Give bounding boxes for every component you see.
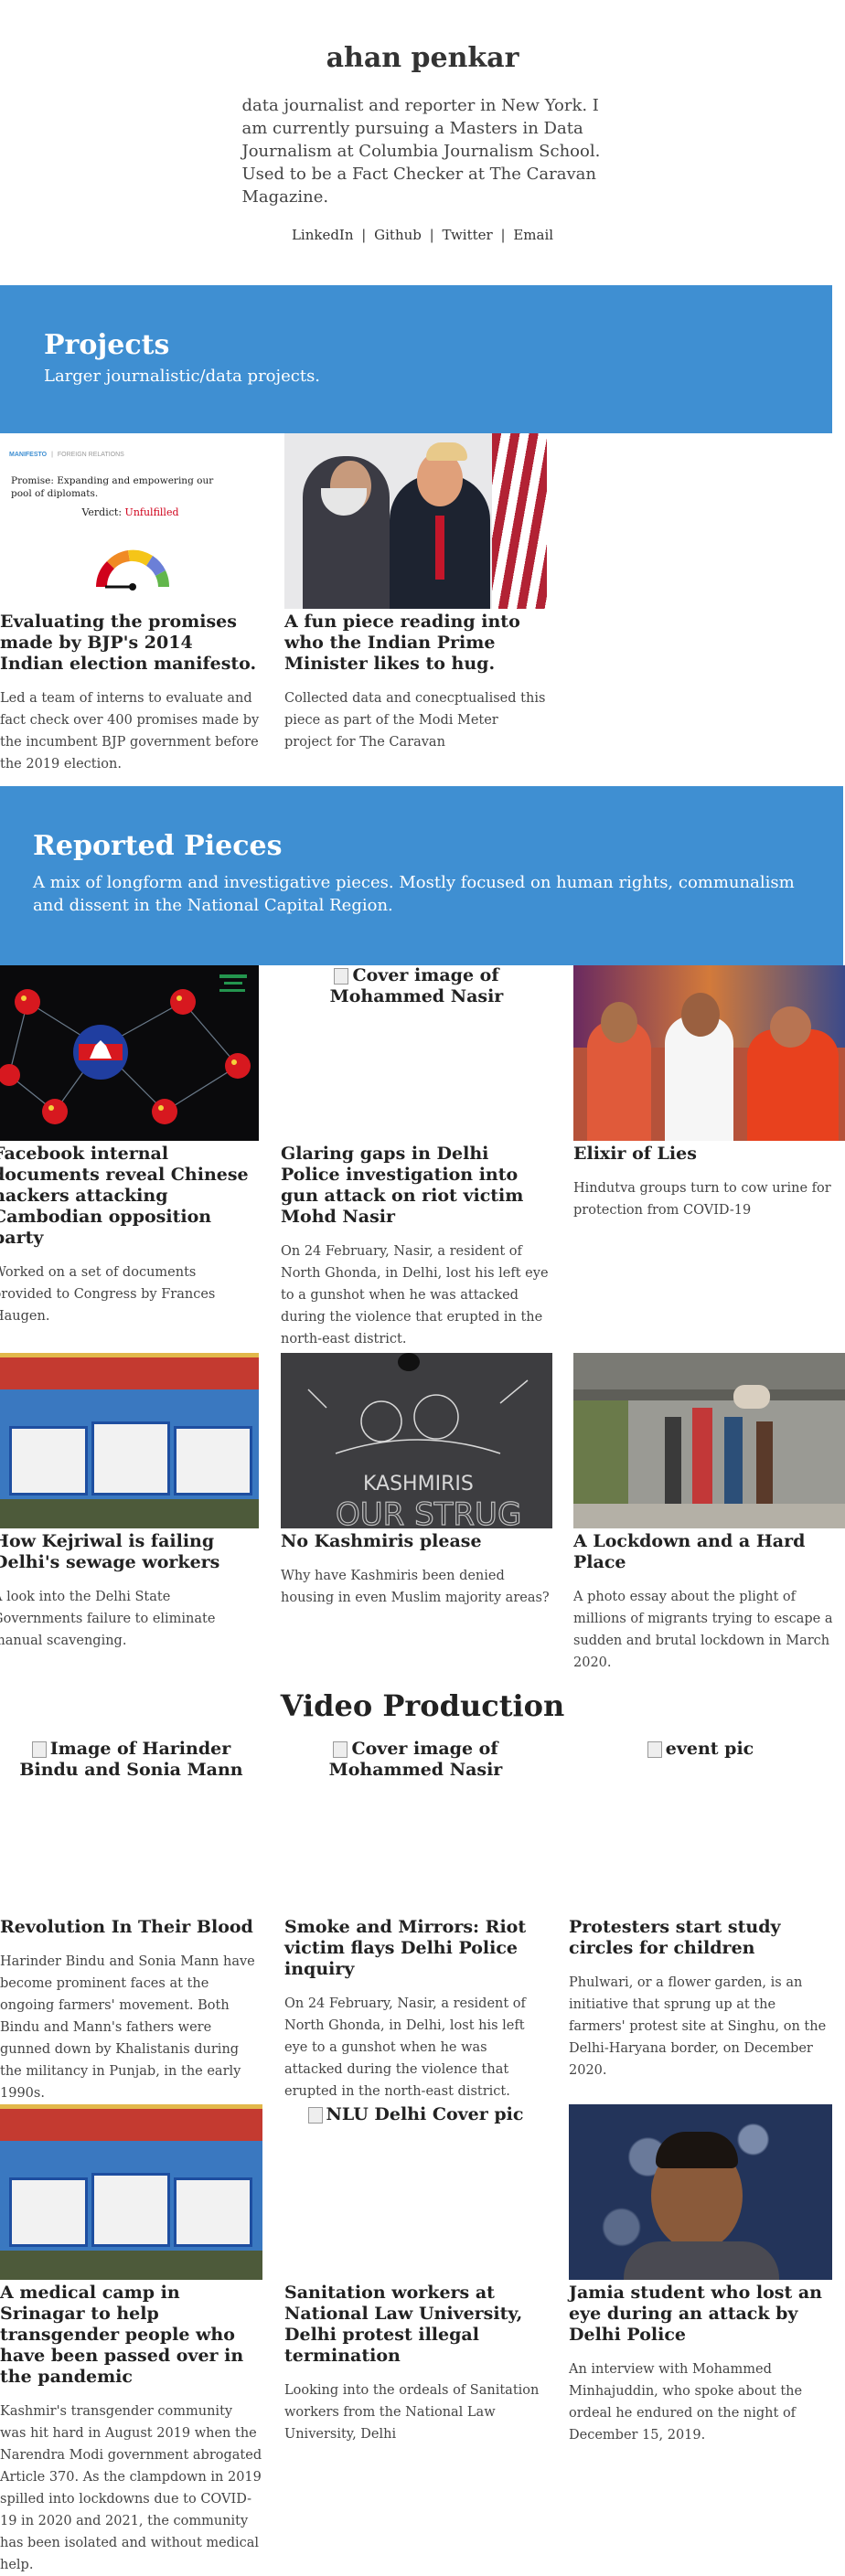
nasir-video-cover[interactable]: Cover image of Mohammed Nasir — [284, 1739, 547, 1914]
reported-title[interactable]: A Lockdown and a Hard Place — [573, 1531, 845, 1573]
social-links: LinkedIn | Github | Twitter | Email — [0, 227, 845, 243]
bio-text: data journalist and reporter in New York… — [241, 96, 601, 207]
video-description: Phulwari, or a flower garden, is an init… — [569, 1975, 827, 2078]
reported-subtitle: A mix of longform and investigative piec… — [33, 873, 795, 915]
chalk-text-struggle: OUR STRUG — [336, 1496, 521, 1528]
migrants-walking-photo[interactable] — [573, 1353, 845, 1528]
verdict: Verdict: Unfulfilled — [0, 506, 261, 518]
video-title[interactable]: Protesters start study circles for child… — [569, 1917, 832, 1959]
video-title[interactable]: Revolution In Their Blood — [0, 1917, 262, 1938]
reported-title[interactable]: Elixir of Lies — [573, 1144, 845, 1165]
chalk-text-kashmiris: KASHMIRIS — [363, 1473, 474, 1496]
video-title[interactable]: A medical camp in Srinagar to help trans… — [0, 2283, 262, 2388]
image-alt-text: Cover image of Mohammed Nasir — [329, 965, 504, 1006]
video-card-smoke-mirrors[interactable]: Cover image of Mohammed Nasir Smoke and … — [284, 1739, 547, 2102]
email-link[interactable]: Email — [513, 227, 553, 243]
video-title[interactable]: Sanitation workers at National Law Unive… — [284, 2283, 547, 2367]
projects-heading: Projects — [44, 329, 170, 361]
projects-banner: Projects Larger journalistic/data projec… — [0, 285, 832, 433]
chalk-drawing: KASHMIRIS OUR STRUG — [307, 1353, 529, 1528]
image-alt-text: Cover image of Mohammed Nasir — [328, 1739, 503, 1780]
reported-banner: Reported Pieces A mix of longform and in… — [0, 786, 843, 965]
video-card-medical-camp[interactable]: A medical camp in Srinagar to help trans… — [0, 2104, 262, 2576]
reported-description: Worked on a set of documents provided to… — [0, 1265, 216, 1324]
promise-text: Promise: Expanding and empowering our po… — [11, 475, 214, 499]
bindu-mann-image[interactable]: Image of Harinder Bindu and Sonia Mann — [0, 1739, 262, 1914]
project-title[interactable]: A fun piece reading into who the Indian … — [284, 612, 547, 675]
reported-description: Hindutva groups turn to cow urine for pr… — [573, 1181, 831, 1218]
facebook-network-image[interactable] — [0, 965, 259, 1141]
verdict-label: Verdict: — [81, 506, 123, 518]
broken-image-icon — [31, 1741, 47, 1758]
reported-card-kejriwal[interactable]: How Kejriwal is failing Delhi's sewage w… — [0, 1353, 259, 1652]
projects-subtitle: Larger journalistic/data projects. — [44, 367, 321, 386]
reported-title[interactable]: How Kejriwal is failing Delhi's sewage w… — [0, 1531, 259, 1573]
image-alt-text: Image of Harinder Bindu and Sonia Mann — [19, 1739, 243, 1780]
image-alt-text: event pic — [665, 1739, 754, 1759]
broken-image-icon — [333, 1741, 348, 1758]
sewage-trucks-photo[interactable] — [0, 1353, 259, 1528]
video-description: Looking into the ordeals of Sanitation w… — [284, 2383, 540, 2442]
project-card-modi-hugs[interactable]: A fun piece reading into who the Indian … — [284, 433, 547, 753]
manifesto-thumbnail[interactable]: MANIFESTO | FOREIGN RELATIONS Promise: E… — [0, 433, 261, 609]
project-description: Led a team of interns to evaluate and fa… — [0, 691, 260, 772]
network-graphic — [0, 974, 251, 1124]
reported-title[interactable]: No Kashmiris please — [281, 1531, 552, 1552]
github-link[interactable]: Github — [374, 227, 422, 243]
reported-card-lockdown[interactable]: A Lockdown and a Hard Place A photo essa… — [573, 1353, 845, 1674]
hug-photo[interactable] — [284, 433, 547, 609]
reported-description: A photo essay about the plight of millio… — [573, 1590, 833, 1670]
foreign-relations-tab: FOREIGN RELATIONS — [57, 452, 124, 458]
video-card-study-circles[interactable]: event pic Protesters start study circles… — [569, 1739, 832, 2081]
video-card-sanitation[interactable]: NLU Delhi Cover pic Sanitation workers a… — [284, 2104, 547, 2445]
reported-title[interactable]: Facebook internal documents reveal Chine… — [0, 1144, 259, 1249]
video-card-jamia[interactable]: Jamia student who lost an eye during an … — [569, 2104, 832, 2446]
video-card-revolution[interactable]: Image of Harinder Bindu and Sonia Mann R… — [0, 1739, 262, 2104]
medical-camp-photo[interactable] — [0, 2104, 262, 2280]
project-title[interactable]: Evaluating the promises made by BJP's 20… — [0, 612, 261, 675]
elixir-photo[interactable] — [573, 965, 845, 1141]
link-separator: | — [500, 227, 506, 243]
broken-image-icon — [647, 1741, 662, 1758]
verdict-gauge — [96, 549, 170, 591]
broken-image-icon — [307, 2107, 323, 2124]
verdict-value: Unfulfilled — [124, 506, 179, 518]
manifesto-tab: MANIFESTO — [9, 452, 48, 458]
video-description: Harinder Bindu and Sonia Mann have becom… — [0, 1954, 255, 2101]
reported-title[interactable]: Glaring gaps in Delhi Police investigati… — [281, 1144, 552, 1228]
nasir-cover-image[interactable]: Cover image of Mohammed Nasir — [281, 965, 552, 1141]
site-name: ahan penkar — [326, 42, 519, 74]
video-description: On 24 February, Nasir, a resident of Nor… — [284, 1996, 526, 2099]
reported-card-facebook[interactable]: Facebook internal documents reveal Chine… — [0, 965, 259, 1327]
nlu-cover-image[interactable]: NLU Delhi Cover pic — [284, 2104, 547, 2280]
video-title[interactable]: Jamia student who lost an eye during an … — [569, 2283, 832, 2346]
link-separator: | — [361, 227, 367, 243]
broken-image-icon — [334, 968, 349, 985]
video-title[interactable]: Smoke and Mirrors: Riot victim flays Del… — [284, 1917, 547, 1980]
twitter-link[interactable]: Twitter — [443, 227, 493, 243]
reported-description: Why have Kashmiris been denied housing i… — [281, 1569, 550, 1605]
project-description: Collected data and conecptualised this p… — [284, 691, 546, 750]
reported-description: On 24 February, Nasir, a resident of Nor… — [281, 1244, 549, 1347]
link-separator: | — [429, 227, 434, 243]
reported-heading: Reported Pieces — [33, 830, 283, 862]
project-card-manifesto[interactable]: MANIFESTO | FOREIGN RELATIONS Promise: E… — [0, 433, 261, 775]
video-description: An interview with Mohammed Minhajuddin, … — [569, 2362, 803, 2443]
linkedin-link[interactable]: LinkedIn — [292, 227, 354, 243]
video-description: Kashmir's transgender community was hit … — [0, 2404, 262, 2572]
video-heading: Video Production — [280, 1688, 565, 1723]
reported-card-nasir[interactable]: Cover image of Mohammed Nasir Glaring ga… — [281, 965, 552, 1350]
image-alt-text: NLU Delhi Cover pic — [326, 2104, 524, 2124]
kashmiris-chalk-photo[interactable]: KASHMIRIS OUR STRUG — [281, 1353, 552, 1528]
reported-description: A look into the Delhi State Governments … — [0, 1590, 216, 1648]
reported-card-elixir[interactable]: Elixir of Lies Hindutva groups turn to c… — [573, 965, 845, 1221]
jamia-student-photo[interactable] — [569, 2104, 832, 2280]
event-image[interactable]: event pic — [569, 1739, 832, 1914]
site-header: ahan penkar data journalist and reporter… — [0, 0, 845, 243]
reported-card-kashmiris[interactable]: KASHMIRIS OUR STRUG No Kashmiris please … — [281, 1353, 552, 1609]
